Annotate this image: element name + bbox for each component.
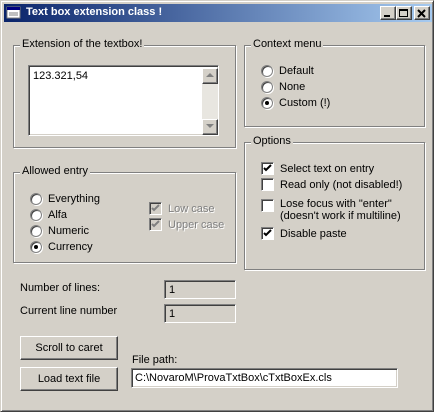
lines-count-value: 1	[169, 284, 176, 296]
select-on-entry-checkbox[interactable]: Select text on entry	[261, 162, 374, 175]
lines-count-field: 1	[164, 280, 236, 299]
radio-indicator	[30, 209, 42, 221]
upper-case-label: Upper case	[168, 218, 225, 231]
read-only-checkbox[interactable]: Read only (not disabled!)	[261, 178, 402, 191]
read-only-label: Read only (not disabled!)	[280, 178, 403, 191]
checkmark-icon	[263, 229, 272, 237]
context-none-radio[interactable]: None	[261, 81, 305, 93]
radio-indicator	[30, 241, 42, 253]
maximize-button[interactable]	[396, 6, 412, 20]
radio-indicator	[261, 97, 273, 109]
allowed-entry-legend: Allowed entry	[20, 165, 91, 177]
entry-currency-radio[interactable]: Currency	[30, 241, 93, 253]
scroll-up-button[interactable]	[202, 68, 218, 84]
file-path-input[interactable]: C:\NovaroM\ProvaTxtBox\cTxtBoxEx.cls	[131, 368, 398, 388]
checkbox-indicator	[261, 227, 274, 240]
app-icon	[6, 6, 21, 19]
context-menu-legend: Context menu	[251, 38, 324, 50]
context-menu-group: Context menu Default None Custom (!)	[244, 38, 425, 127]
close-button[interactable]	[414, 6, 430, 20]
context-default-label: Default	[279, 65, 314, 77]
checkmark-icon	[151, 220, 160, 228]
select-on-entry-label: Select text on entry	[280, 162, 375, 175]
low-case-label: Low case	[168, 202, 215, 215]
scroll-to-caret-button[interactable]: Scroll to caret	[20, 336, 118, 360]
checkbox-indicator	[261, 178, 274, 191]
window-title: Text box extension class !	[26, 6, 163, 18]
entry-numeric-radio[interactable]: Numeric	[30, 225, 89, 237]
disable-paste-label: Disable paste	[280, 227, 347, 240]
textbox-scrollbar[interactable]	[202, 68, 218, 135]
radio-indicator	[261, 65, 273, 77]
entry-alfa-radio[interactable]: Alfa	[30, 209, 67, 221]
upper-case-checkbox[interactable]: Upper case	[149, 218, 224, 231]
current-line-field: 1	[164, 304, 236, 323]
minimize-icon	[384, 15, 390, 17]
low-case-checkbox[interactable]: Low case	[149, 202, 214, 215]
textbox-group-legend: Extension of the textbox!	[20, 38, 145, 50]
context-none-label: None	[279, 81, 306, 93]
main-window: Text box extension class ! Extension of …	[0, 0, 434, 412]
title-bar[interactable]: Text box extension class !	[4, 4, 432, 22]
checkmark-icon	[263, 164, 272, 172]
context-custom-label: Custom (!)	[279, 97, 331, 109]
lose-focus-label: Lose focus with "enter" (doesn't work if …	[280, 198, 401, 222]
load-text-file-button[interactable]: Load text file	[20, 367, 118, 391]
checkbox-indicator	[149, 218, 162, 231]
entry-currency-label: Currency	[48, 241, 93, 253]
extended-textbox[interactable]: 123.321,54	[28, 65, 219, 136]
options-group: Options Select text on entry Read only (…	[244, 135, 425, 270]
current-line-value: 1	[169, 308, 176, 320]
entry-everything-radio[interactable]: Everything	[30, 193, 100, 205]
entry-alfa-label: Alfa	[48, 209, 67, 221]
checkbox-indicator	[261, 162, 274, 175]
entry-numeric-label: Numeric	[48, 225, 89, 237]
maximize-icon	[399, 9, 408, 17]
file-path-value: C:\NovaroM\ProvaTxtBox\cTxtBoxEx.cls	[135, 372, 332, 384]
disable-paste-checkbox[interactable]: Disable paste	[261, 227, 347, 240]
checkbox-indicator	[261, 199, 274, 212]
options-legend: Options	[251, 135, 293, 147]
close-icon	[417, 9, 426, 18]
current-line-label: Current line number	[20, 305, 118, 317]
radio-indicator	[30, 193, 42, 205]
scroll-down-button[interactable]	[202, 119, 218, 135]
textbox-group: Extension of the textbox! 123.321,54	[13, 38, 236, 148]
context-default-radio[interactable]: Default	[261, 65, 314, 77]
textbox-value: 123.321,54	[33, 70, 89, 82]
file-path-label: File path:	[132, 354, 178, 366]
checkbox-indicator	[149, 202, 162, 215]
checkmark-icon	[151, 204, 160, 212]
allowed-entry-group: Allowed entry Everything Alfa Numeric Cu…	[13, 165, 236, 263]
context-custom-radio[interactable]: Custom (!)	[261, 97, 330, 109]
arrow-up-icon	[206, 73, 214, 77]
radio-indicator	[261, 81, 273, 93]
radio-indicator	[30, 225, 42, 237]
minimize-button[interactable]	[380, 6, 396, 20]
lose-focus-line1: Lose focus with "enter"	[280, 198, 392, 210]
lose-focus-line2: (doesn't work if multiline)	[280, 210, 401, 222]
lines-count-label: Number of lines:	[20, 282, 101, 294]
entry-everything-label: Everything	[48, 193, 100, 205]
lose-focus-checkbox[interactable]: Lose focus with "enter" (doesn't work if …	[261, 198, 401, 222]
arrow-down-icon	[206, 124, 214, 128]
